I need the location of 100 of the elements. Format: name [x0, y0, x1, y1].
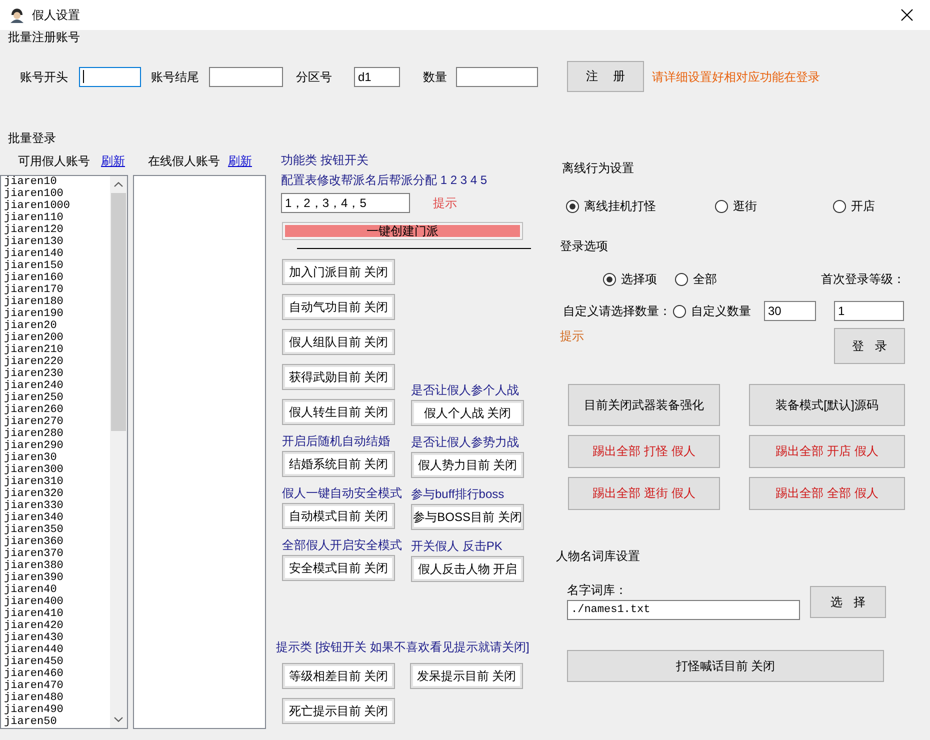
chevron-down-icon[interactable] — [114, 717, 123, 722]
action-button[interactable]: 踢出全部 逛街 假人 — [568, 477, 720, 510]
list-item[interactable]: jiaren130 — [4, 236, 110, 248]
toggle-button[interactable]: 自动气功目前 关闭 — [282, 294, 395, 320]
list-item[interactable]: jiaren400 — [4, 596, 110, 608]
list-item[interactable]: jiaren410 — [4, 608, 110, 620]
list-item[interactable]: jiaren490 — [4, 704, 110, 716]
list-item[interactable]: jiaren350 — [4, 524, 110, 536]
text-field[interactable]: d1 — [354, 66, 400, 86]
list-item[interactable]: jiaren40 — [4, 584, 110, 596]
list-item[interactable]: jiaren420 — [4, 620, 110, 632]
list-item[interactable]: jiaren290 — [4, 440, 110, 452]
radio-icon[interactable] — [715, 200, 728, 212]
list-item[interactable]: jiaren320 — [4, 488, 110, 500]
choose-button[interactable]: 选 择 — [810, 586, 886, 618]
list-item[interactable]: jiaren160 — [4, 272, 110, 284]
toggle-button[interactable]: 获得武勋目前 关闭 — [282, 364, 395, 390]
list-item[interactable]: jiaren480 — [4, 692, 110, 704]
toggle-button[interactable]: 假人转生目前 关闭 — [282, 399, 395, 425]
chevron-up-icon[interactable] — [114, 182, 123, 187]
list-item[interactable]: jiaren110 — [4, 212, 110, 224]
list-item[interactable]: jiaren230 — [4, 368, 110, 380]
radio-icon[interactable] — [603, 272, 616, 286]
action-button[interactable]: 踢出全部 开店 假人 — [749, 435, 905, 468]
action-button[interactable]: 目前关闭武器装备强化 — [568, 384, 720, 426]
radio-button[interactable]: 开店 — [833, 199, 875, 213]
register-button[interactable]: 注 册 — [567, 61, 644, 92]
toggle-button[interactable]: 安全模式目前 关闭 — [282, 555, 395, 581]
list-item[interactable]: jiaren370 — [4, 548, 110, 560]
list-item[interactable]: jiaren260 — [4, 404, 110, 416]
list-item[interactable]: jiaren340 — [4, 512, 110, 524]
list-item[interactable]: jiaren200 — [4, 332, 110, 344]
toggle-button[interactable]: 假人势力目前 关闭 — [411, 452, 524, 478]
toggle-button[interactable]: 假人反击人物 开启 — [411, 556, 524, 582]
list-item[interactable]: jiaren390 — [4, 572, 110, 584]
toggle-button[interactable]: 发呆提示目前 关闭 — [410, 663, 523, 689]
list-item[interactable]: jiaren470 — [4, 680, 110, 692]
account-list[interactable] — [0, 175, 128, 729]
radio-button[interactable]: 全部 — [675, 272, 717, 286]
list-item[interactable]: jiaren430 — [4, 632, 110, 644]
list-item[interactable]: jiaren10 — [4, 176, 110, 188]
close-icon[interactable] — [901, 9, 913, 21]
text-field[interactable]: 1，2，3，4，5 — [281, 193, 410, 213]
toggle-button[interactable]: 假人个人战 关闭 — [411, 400, 524, 426]
list-item[interactable]: jiaren30 — [4, 452, 110, 464]
list-item[interactable]: jiaren330 — [4, 500, 110, 512]
action-button[interactable]: 踢出全部 打怪 假人 — [568, 435, 720, 468]
list-item[interactable]: jiaren120 — [4, 224, 110, 236]
create-button[interactable]: 一键创建门派 — [282, 222, 523, 240]
login-button[interactable]: 登 录 — [834, 328, 905, 364]
list-item[interactable]: jiaren440 — [4, 644, 110, 656]
radio-button[interactable]: 自定义数量 — [673, 304, 751, 318]
action-button[interactable]: 装备模式[默认]源码 — [749, 384, 905, 426]
text-field[interactable] — [456, 66, 538, 86]
toggle-button[interactable]: 参与BOSS目前 关闭 — [411, 504, 524, 530]
text-field[interactable]: ./names1.txt — [567, 600, 800, 620]
toggle-button[interactable]: 打怪喊话目前 关闭 — [567, 650, 884, 682]
radio-button[interactable]: 离线挂机打怪 — [566, 199, 715, 213]
scrollbar[interactable] — [110, 176, 127, 728]
toggle-button[interactable]: 死亡提示目前 关闭 — [282, 698, 395, 724]
refresh-link[interactable]: 刷新 — [101, 154, 125, 168]
text-field[interactable] — [209, 66, 283, 86]
list-item[interactable]: jiaren140 — [4, 248, 110, 260]
radio-button[interactable]: 逛街 — [715, 199, 833, 213]
list-item[interactable]: jiaren180 — [4, 296, 110, 308]
text-field[interactable]: 1 — [834, 301, 904, 321]
radio-icon[interactable] — [566, 200, 579, 212]
list-item[interactable]: jiaren1000 — [4, 200, 110, 212]
refresh-link[interactable]: 刷新 — [228, 154, 252, 168]
text-field[interactable]: 30 — [764, 301, 816, 321]
toggle-button[interactable]: 假人组队目前 关闭 — [282, 329, 395, 355]
text-field[interactable] — [79, 66, 141, 86]
list-item[interactable]: jiaren50 — [4, 716, 110, 728]
list-item[interactable]: jiaren250 — [4, 392, 110, 404]
list-item[interactable]: jiaren190 — [4, 308, 110, 320]
list-item[interactable]: jiaren450 — [4, 656, 110, 668]
list-item[interactable]: jiaren360 — [4, 536, 110, 548]
toggle-button[interactable]: 加入门派目前 关闭 — [282, 259, 395, 285]
list-item[interactable]: jiaren310 — [4, 476, 110, 488]
list-item[interactable]: jiaren150 — [4, 260, 110, 272]
list-item[interactable]: jiaren20 — [4, 320, 110, 332]
list-item[interactable]: jiaren280 — [4, 428, 110, 440]
list-item[interactable]: jiaren100 — [4, 188, 110, 200]
list-item[interactable]: jiaren300 — [4, 464, 110, 476]
radio-button[interactable]: 选择项 — [603, 272, 657, 286]
list-item[interactable]: jiaren380 — [4, 560, 110, 572]
radio-icon[interactable] — [673, 304, 686, 318]
list-item[interactable]: jiaren240 — [4, 380, 110, 392]
radio-icon[interactable] — [833, 200, 846, 212]
toggle-button[interactable]: 等级相差目前 关闭 — [282, 663, 395, 689]
radio-icon[interactable] — [675, 272, 688, 286]
action-button[interactable]: 踢出全部 全部 假人 — [749, 477, 905, 510]
toggle-button[interactable]: 自动模式目前 关闭 — [282, 503, 395, 529]
list-item[interactable]: jiaren460 — [4, 668, 110, 680]
list-item[interactable]: jiaren220 — [4, 356, 110, 368]
toggle-button[interactable]: 结婚系统目前 关闭 — [282, 451, 395, 477]
scrollbar-thumb[interactable] — [111, 193, 126, 431]
list-item[interactable]: jiaren170 — [4, 284, 110, 296]
list-item[interactable]: jiaren270 — [4, 416, 110, 428]
list-item[interactable]: jiaren210 — [4, 344, 110, 356]
